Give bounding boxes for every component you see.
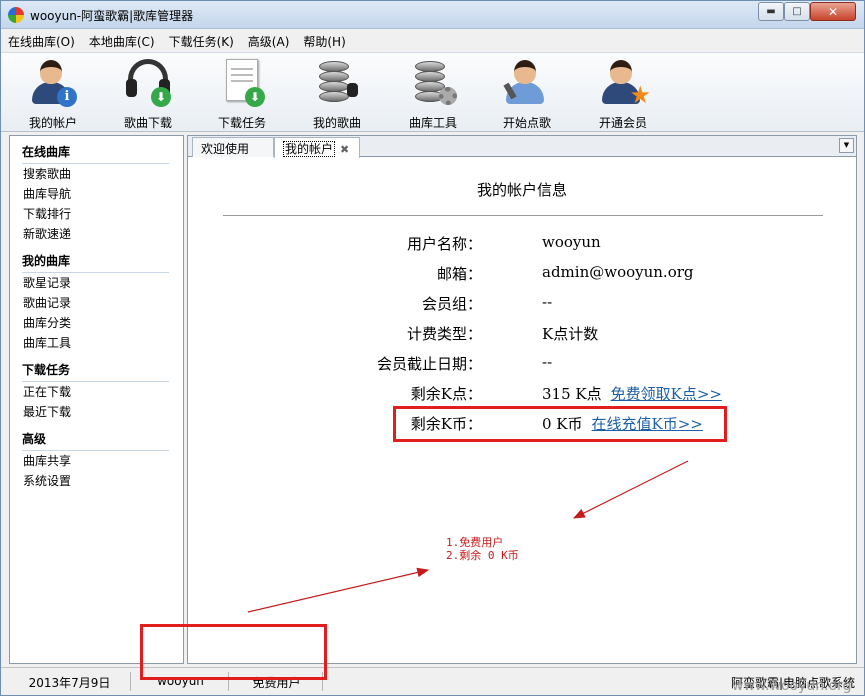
sidebar-item-new-songs[interactable]: 新歌速递 (22, 224, 183, 244)
field-label: 剩余K点： (410, 385, 482, 403)
tab-my-account[interactable]: 我的帐户 ✖ (274, 137, 360, 158)
field-value: -- (542, 353, 553, 371)
toolbar-label: 歌曲下载 (123, 116, 172, 130)
sidebar-group-my-library: 我的曲库 歌星记录 歌曲记录 曲库分类 曲库工具 (10, 252, 183, 353)
field-label: 会员组： (421, 295, 482, 313)
toolbar-song-download-button[interactable]: ⬇ 歌曲下载 (108, 57, 188, 131)
menu-help[interactable]: 帮助(H) (296, 30, 352, 51)
sidebar-group-title: 在线曲库 (22, 143, 169, 164)
tab-welcome[interactable]: 欢迎使用 (192, 137, 274, 157)
account-row-member-group: 会员组： -- (188, 293, 856, 319)
tab-label: 欢迎使用 (201, 142, 250, 156)
menu-bar: 在线曲库(O) 本地曲库(C) 下载任务(K) 高级(A) 帮助(H) (1, 30, 864, 51)
highlight-box-status (140, 624, 327, 680)
member-star-icon: ★ (597, 57, 651, 107)
highlight-box-k-coins (393, 406, 727, 442)
sidebar-group-online-library: 在线曲库 搜索歌曲 曲库导航 下载排行 新歌速递 (10, 143, 183, 244)
field-label: 用户名称： (406, 235, 482, 253)
sidebar-group-download-tasks: 下载任务 正在下载 最近下载 (10, 361, 183, 422)
toolbar-label: 下载任务 (217, 116, 266, 130)
menu-advanced[interactable]: 高级(A) (241, 30, 297, 51)
sidebar-item-library-categories[interactable]: 曲库分类 (22, 313, 183, 333)
sidebar-item-singer-records[interactable]: 歌星记录 (22, 273, 183, 293)
sidebar-item-library-nav[interactable]: 曲库导航 (22, 184, 183, 204)
database-headphone-icon (311, 57, 363, 107)
watermark-text: www.wooyun.org (732, 678, 852, 694)
notepad-download-icon: ⬇ (216, 57, 268, 107)
toolbar-label: 开通会员 (598, 116, 647, 130)
sidebar-group-title: 高级 (22, 430, 169, 451)
sidebar-item-library-tools[interactable]: 曲库工具 (22, 333, 183, 353)
sidebar-group-title: 我的曲库 (22, 252, 169, 273)
tab-list-dropdown-icon[interactable]: ▼ (839, 138, 854, 153)
annotation-line: 2.剩余 0 K币 (446, 549, 519, 562)
toolbar-my-account-button[interactable]: i 我的帐户 (13, 57, 93, 131)
sidebar-item-song-records[interactable]: 歌曲记录 (22, 293, 183, 313)
field-label: 计费类型： (406, 325, 482, 343)
sidebar-item-downloading[interactable]: 正在下载 (22, 382, 183, 402)
sidebar: 在线曲库 搜索歌曲 曲库导航 下载排行 新歌速递 我的曲库 歌星记录 歌曲记录 … (9, 135, 184, 664)
account-info-icon: i (27, 57, 79, 107)
sidebar-item-recent-downloads[interactable]: 最近下载 (22, 402, 183, 422)
status-date: 2013年7月9日 (9, 672, 131, 691)
sidebar-item-library-sharing[interactable]: 曲库共享 (22, 451, 183, 471)
minimize-icon: ▬ (766, 5, 776, 17)
database-gear-icon (407, 57, 459, 107)
field-value-group: 315 K点 免费领取K点>> (542, 383, 722, 404)
menu-download-tasks[interactable]: 下载任务(K) (162, 30, 241, 51)
field-value: K点计数 (542, 325, 599, 343)
toolbar-library-tools-button[interactable]: 曲库工具 (393, 57, 473, 131)
page-title: 我的帐户信息 (476, 181, 567, 199)
annotation-note: 1.免费用户 2.剩余 0 K币 (446, 536, 519, 562)
maximize-button[interactable]: □ (784, 2, 810, 21)
toolbar-start-singing-button[interactable]: 开始点歌 (487, 57, 567, 131)
menu-online-library[interactable]: 在线曲库(O) (1, 30, 82, 51)
field-value: wooyun (542, 233, 601, 251)
toolbar-label: 我的帐户 (28, 116, 77, 130)
app-window: wooyun-阿蛮歌霸|歌库管理器 ▬ □ ✕ 在线曲库(O) 本地曲库(C) … (0, 0, 865, 696)
toolbar-label: 我的歌曲 (312, 116, 361, 130)
title-bar: wooyun-阿蛮歌霸|歌库管理器 ▬ □ ✕ (1, 1, 864, 29)
close-button[interactable]: ✕ (810, 2, 856, 21)
toolbar: i 我的帐户 ⬇ 歌曲下载 ⬇ 下载任务 我的歌曲 曲库工具 开始点歌 ★ 开通… (1, 52, 864, 132)
menu-local-library[interactable]: 本地曲库(C) (82, 30, 162, 51)
account-row-username: 用户名称： wooyun (188, 233, 856, 259)
field-value: admin@wooyun.org (542, 263, 694, 281)
headphone-download-icon: ⬇ (122, 57, 174, 107)
minimize-button[interactable]: ▬ (758, 2, 784, 21)
singer-mic-icon (501, 57, 553, 107)
maximize-icon: □ (792, 5, 802, 17)
sidebar-group-advanced: 高级 曲库共享 系统设置 (10, 430, 183, 491)
toolbar-my-songs-button[interactable]: 我的歌曲 (297, 57, 377, 131)
annotation-line: 1.免费用户 (446, 536, 504, 549)
sidebar-item-download-ranking[interactable]: 下载排行 (22, 204, 183, 224)
field-value: -- (542, 293, 553, 311)
tab-strip: 欢迎使用 我的帐户 ✖ ▼ (188, 136, 856, 158)
close-icon: ✕ (827, 4, 839, 19)
sidebar-item-search-songs[interactable]: 搜索歌曲 (22, 164, 183, 184)
field-label: 会员截止日期： (376, 355, 482, 373)
app-logo-icon (8, 7, 24, 23)
toolbar-label: 开始点歌 (502, 116, 551, 130)
sidebar-item-system-settings[interactable]: 系统设置 (22, 471, 183, 491)
toolbar-label: 曲库工具 (408, 116, 457, 130)
account-row-email: 邮箱： admin@wooyun.org (188, 263, 856, 289)
tab-close-icon[interactable]: ✖ (340, 143, 349, 156)
field-label: 邮箱： (436, 265, 482, 283)
free-k-points-link[interactable]: 免费领取K点>> (611, 385, 722, 403)
account-row-expiry-date: 会员截止日期： -- (188, 353, 856, 379)
divider (223, 215, 823, 216)
field-value: 315 K点 (542, 385, 602, 403)
toolbar-download-tasks-button[interactable]: ⬇ 下载任务 (202, 57, 282, 131)
tab-label: 我的帐户 (283, 141, 336, 157)
main-panel: 欢迎使用 我的帐户 ✖ ▼ 我的帐户信息 用户名称： wooyun 邮箱： adm… (187, 135, 857, 664)
window-title: wooyun-阿蛮歌霸|歌库管理器 (30, 9, 194, 23)
toolbar-open-membership-button[interactable]: ★ 开通会员 (583, 57, 663, 131)
account-row-billing-type: 计费类型： K点计数 (188, 323, 856, 349)
sidebar-group-title: 下载任务 (22, 361, 169, 382)
